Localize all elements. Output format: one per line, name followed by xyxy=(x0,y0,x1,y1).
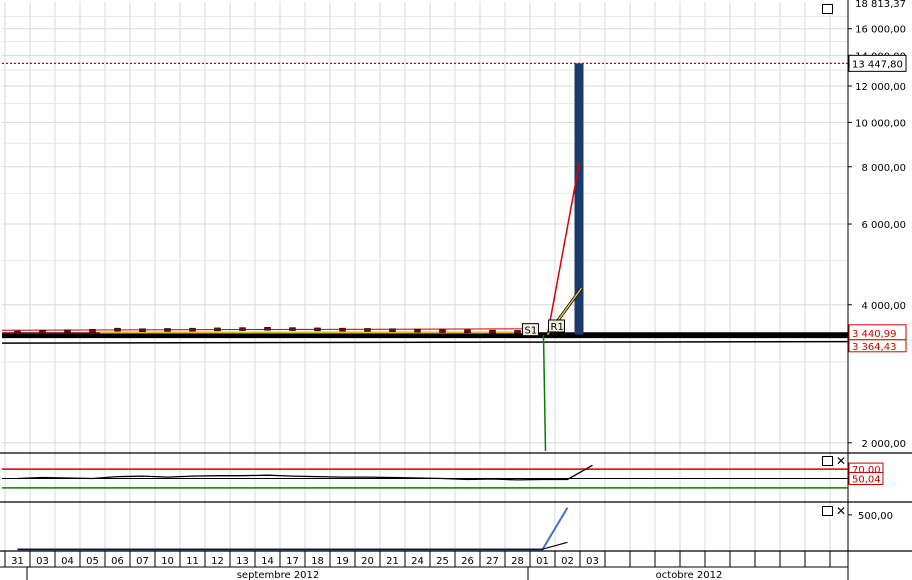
candle xyxy=(389,328,396,332)
y-tick-label: 12 000,00 xyxy=(855,82,906,93)
x-tick-label: 01 xyxy=(536,556,549,567)
marker-label-r1: R1 xyxy=(551,322,564,333)
x-tick-label: 05 xyxy=(86,556,99,567)
candle xyxy=(64,329,71,334)
y-tick-label: 4 000,00 xyxy=(861,301,906,312)
x-tick-label: 14 xyxy=(261,556,274,567)
x-tick-label: 17 xyxy=(286,556,299,567)
x-tick-label: 26 xyxy=(461,556,474,567)
candle xyxy=(14,330,21,335)
candle xyxy=(164,328,171,332)
y-tick-label-top: 18 813,37 xyxy=(855,0,906,10)
x-tick-label: 19 xyxy=(336,556,349,567)
month-label-october: octobre 2012 xyxy=(656,570,723,580)
y-tick-label: 6 000,00 xyxy=(861,220,906,231)
candle xyxy=(214,327,221,332)
x-tick-label: 28 xyxy=(511,556,524,567)
maximize-rsi-panel-icon[interactable] xyxy=(822,456,833,466)
candle xyxy=(514,330,521,334)
background xyxy=(0,0,912,580)
x-tick-label: 07 xyxy=(136,556,149,567)
x-tick-label: 03 xyxy=(36,556,49,567)
x-tick-label: 04 xyxy=(61,556,74,567)
chart-window: 16 000,0014 000,0012 000,0010 000,008 00… xyxy=(0,0,912,580)
candle xyxy=(339,327,346,332)
close-rsi-panel-icon[interactable]: ✕ xyxy=(836,455,846,467)
candle xyxy=(89,329,96,333)
candle xyxy=(39,330,46,334)
x-tick-label: 20 xyxy=(361,556,374,567)
x-tick-label: 27 xyxy=(486,556,499,567)
chart-canvas[interactable]: 16 000,0014 000,0012 000,0010 000,008 00… xyxy=(0,0,912,580)
y-tick-label: 10 000,00 xyxy=(855,118,906,129)
x-tick-label: 13 xyxy=(236,556,249,567)
candle xyxy=(414,328,421,333)
candle xyxy=(314,327,321,332)
x-tick-label: 18 xyxy=(311,556,324,567)
marker-label-s1: S1 xyxy=(525,326,538,337)
candle xyxy=(139,328,146,332)
candle xyxy=(364,328,371,332)
candle xyxy=(289,327,296,331)
candle xyxy=(239,327,246,331)
high-price-label: 13 447,80 xyxy=(852,59,903,70)
rsi-current-label: 50,04 xyxy=(852,475,881,486)
maximize-volume-panel-icon[interactable] xyxy=(822,506,833,516)
x-tick-label: 25 xyxy=(436,556,449,567)
volume-y-tick-label: 500,00 xyxy=(858,511,893,522)
y-tick-label: 8 000,00 xyxy=(861,163,906,174)
x-tick-label: 03 xyxy=(586,556,599,567)
x-tick-label: 24 xyxy=(411,556,424,567)
x-tick-label: 31 xyxy=(11,556,24,567)
x-tick-label: 11 xyxy=(186,556,199,567)
x-tick-label: 21 xyxy=(386,556,399,567)
candle xyxy=(439,329,446,333)
current-price-label: 3 440,99 xyxy=(852,329,897,340)
candle xyxy=(189,327,196,332)
x-tick-label: 02 xyxy=(561,556,574,567)
candle xyxy=(114,327,121,332)
maximize-main-panel-icon[interactable] xyxy=(822,4,833,14)
x-tick-label: 06 xyxy=(111,556,124,567)
month-label-september: septembre 2012 xyxy=(237,570,320,580)
candle xyxy=(264,327,271,331)
hidden-price-label: 3 364,43 xyxy=(852,342,897,353)
y-tick-label: 2 000,00 xyxy=(861,439,906,450)
x-tick-label: 10 xyxy=(161,556,174,567)
x-tick-label: 12 xyxy=(211,556,224,567)
candle xyxy=(489,329,496,334)
candle xyxy=(464,329,471,334)
close-volume-panel-icon[interactable]: ✕ xyxy=(836,505,846,517)
y-tick-label: 16 000,00 xyxy=(855,25,906,36)
